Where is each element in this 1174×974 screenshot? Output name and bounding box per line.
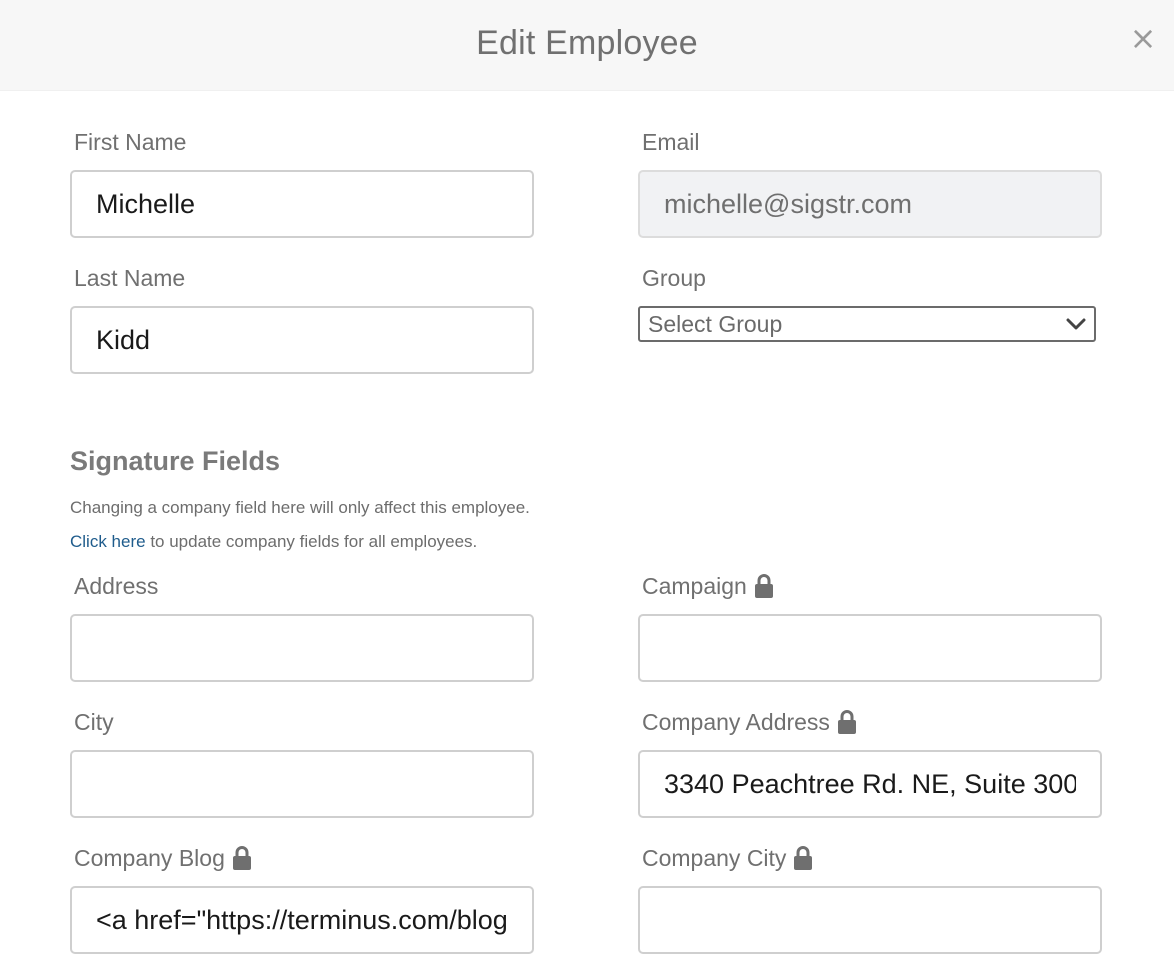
lock-icon — [837, 710, 856, 734]
chevron-down-icon — [1066, 318, 1086, 330]
lock-icon — [232, 846, 251, 870]
campaign-label: Campaign — [642, 572, 775, 600]
company-address-label: Company Address — [642, 708, 858, 736]
group-label: Group — [642, 264, 706, 292]
click-here-link[interactable]: Click here — [70, 532, 146, 551]
address-field[interactable] — [70, 614, 534, 682]
company-city-label: Company City — [642, 844, 814, 872]
lock-icon — [754, 574, 773, 598]
city-label: City — [74, 708, 114, 736]
first-name-field[interactable] — [70, 170, 534, 238]
company-address-label-text: Company Address — [642, 709, 830, 735]
dialog-header: Edit Employee × — [0, 0, 1174, 91]
company-blog-label: Company Blog — [74, 844, 253, 872]
city-field[interactable] — [70, 750, 534, 818]
address-label-text: Address — [74, 573, 159, 599]
first-name-label-text: First Name — [74, 129, 187, 155]
address-label: Address — [74, 572, 158, 600]
group-select-value: Select Group — [648, 310, 783, 337]
last-name-field[interactable] — [70, 306, 534, 374]
dialog-title: Edit Employee — [476, 24, 698, 62]
email-label: Email — [642, 128, 700, 156]
company-city-field[interactable] — [638, 886, 1102, 954]
signature-help-line-1: Changing a company field here will only … — [70, 498, 530, 517]
first-name-label: First Name — [74, 128, 186, 156]
company-city-label-text: Company City — [642, 845, 787, 871]
last-name-label-text: Last Name — [74, 265, 186, 291]
email-label-text: Email — [642, 129, 700, 155]
signature-help-line-2: Click here to update company fields for … — [70, 532, 477, 552]
lock-icon — [794, 846, 813, 870]
campaign-label-text: Campaign — [642, 573, 747, 599]
city-label-text: City — [74, 709, 114, 735]
signature-help-rest: to update company fields for all employe… — [145, 532, 478, 551]
group-label-text: Group — [642, 265, 706, 291]
company-address-field[interactable] — [638, 750, 1102, 818]
campaign-field[interactable] — [638, 614, 1102, 682]
group-select[interactable]: Select Group — [638, 306, 1096, 342]
last-name-label: Last Name — [74, 264, 185, 292]
company-blog-label-text: Company Blog — [74, 845, 225, 871]
email-field[interactable] — [638, 170, 1102, 238]
close-icon[interactable]: × — [1126, 18, 1160, 58]
company-blog-field[interactable] — [70, 886, 534, 954]
signature-fields-title: Signature Fields — [70, 446, 281, 476]
